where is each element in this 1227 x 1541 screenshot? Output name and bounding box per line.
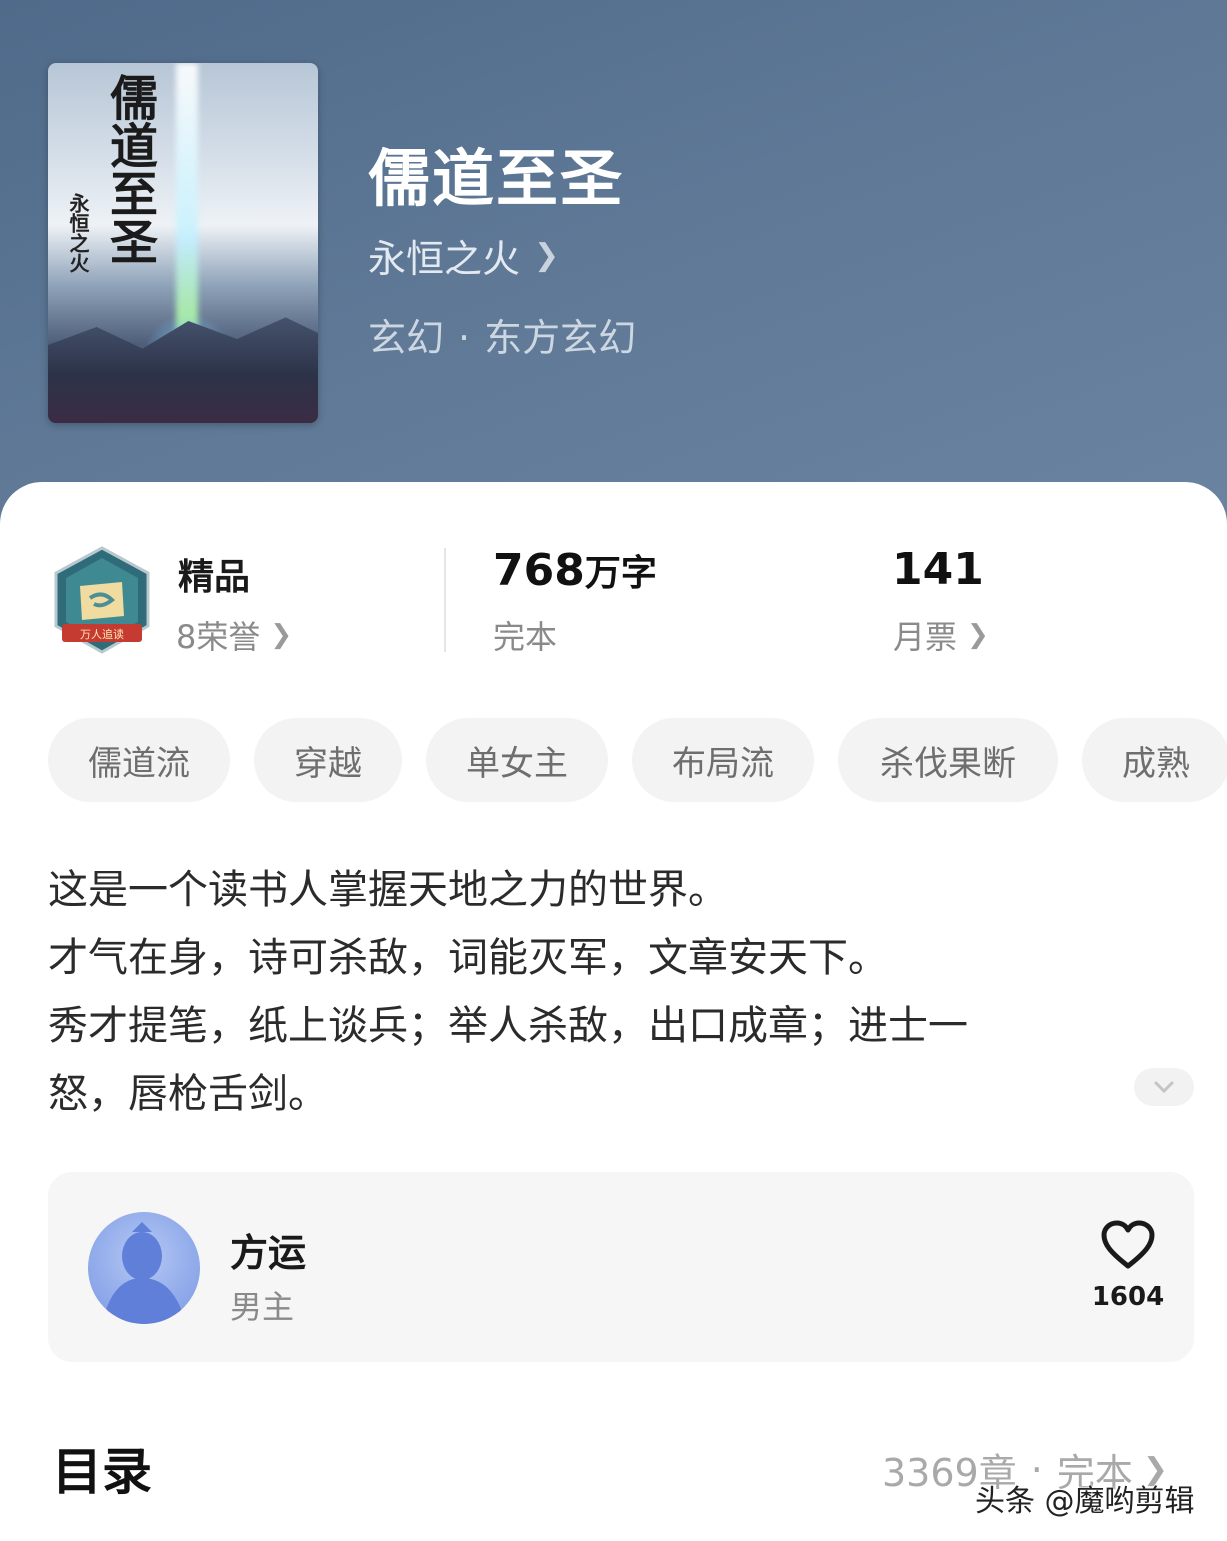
character-role: 男主: [230, 1288, 295, 1326]
character-avatar: [88, 1212, 200, 1324]
monthly-votes-label: 月票: [893, 618, 958, 656]
honors-link[interactable]: 8荣誉 ❯: [176, 612, 292, 658]
intro-line: 怒，唇枪舌剑。: [48, 1071, 328, 1117]
honors-label: 8荣誉: [176, 618, 261, 656]
like-count: 1604: [1091, 1282, 1165, 1312]
book-cover[interactable]: 儒道至圣 永恒之火: [48, 63, 318, 423]
watermark: 头条 @魔哟剪辑: [975, 1484, 1195, 1519]
genre-category: 玄幻: [368, 316, 445, 360]
author-link[interactable]: 永恒之火 ❯: [368, 228, 559, 283]
monthly-votes-link[interactable]: 月票 ❯: [893, 612, 989, 658]
chevron-right-icon: ❯: [534, 238, 560, 273]
honor-badge-icon[interactable]: 万人追读: [52, 546, 152, 656]
book-intro[interactable]: 这是一个读书人掌握天地之力的世界。 才气在身，诗可杀敌，词能灭军，文章安天下。 …: [48, 856, 1128, 1128]
word-count: 768万字: [493, 545, 657, 596]
word-count-unit: 万字: [584, 553, 657, 594]
expand-intro-button[interactable]: [1134, 1068, 1194, 1106]
book-title: 儒道至圣: [368, 142, 625, 215]
intro-line: 才气在身，诗可杀敌，词能灭军，文章安天下。: [48, 935, 888, 981]
author-name: 永恒之火: [368, 237, 521, 281]
tag-chip[interactable]: 儒道流: [48, 718, 230, 802]
intro-line: 秀才提笔，纸上谈兵；举人杀敌，出口成章；进士一: [48, 1003, 968, 1049]
completion-status: 完本: [493, 618, 558, 656]
chevron-down-icon: [1154, 1081, 1174, 1094]
tag-chip[interactable]: 单女主: [426, 718, 608, 802]
book-detail-card: 万人追读 精品 8荣誉 ❯ 768万字 完本 141 月票 ❯ 儒道流 穿越 单…: [0, 482, 1227, 1541]
tag-chip[interactable]: 穿越: [254, 718, 402, 802]
monthly-votes-count: 141: [892, 544, 984, 595]
tag-chip[interactable]: 杀伐果断: [838, 718, 1058, 802]
book-header: 儒道至圣 永恒之火 儒道至圣 永恒之火 ❯ 玄幻 · 东方玄幻: [0, 0, 1227, 560]
stats-divider: [444, 548, 446, 652]
intro-line: 这是一个读书人掌握天地之力的世界。: [48, 867, 728, 913]
cover-author-text: 永恒之火: [66, 193, 90, 273]
toc-title: 目录: [52, 1443, 152, 1501]
genre-subcategory: 东方玄幻: [484, 316, 637, 360]
tag-chip[interactable]: 布局流: [632, 718, 814, 802]
badge-text: 万人追读: [80, 627, 124, 641]
character-card[interactable]: 方运 男主 1604: [48, 1172, 1194, 1362]
character-name: 方运: [230, 1231, 307, 1275]
cover-title-text: 儒道至圣: [101, 73, 157, 265]
tag-list: 儒道流 穿越 单女主 布局流 杀伐果断 成熟: [48, 718, 1227, 802]
genre-line: 玄幻 · 东方玄幻: [368, 316, 637, 360]
heart-outline-icon[interactable]: [1100, 1220, 1156, 1270]
quality-label: 精品: [178, 557, 251, 598]
chevron-right-icon: ❯: [967, 620, 989, 650]
tag-chip[interactable]: 成熟: [1082, 718, 1227, 802]
chevron-right-icon: ❯: [270, 620, 293, 650]
